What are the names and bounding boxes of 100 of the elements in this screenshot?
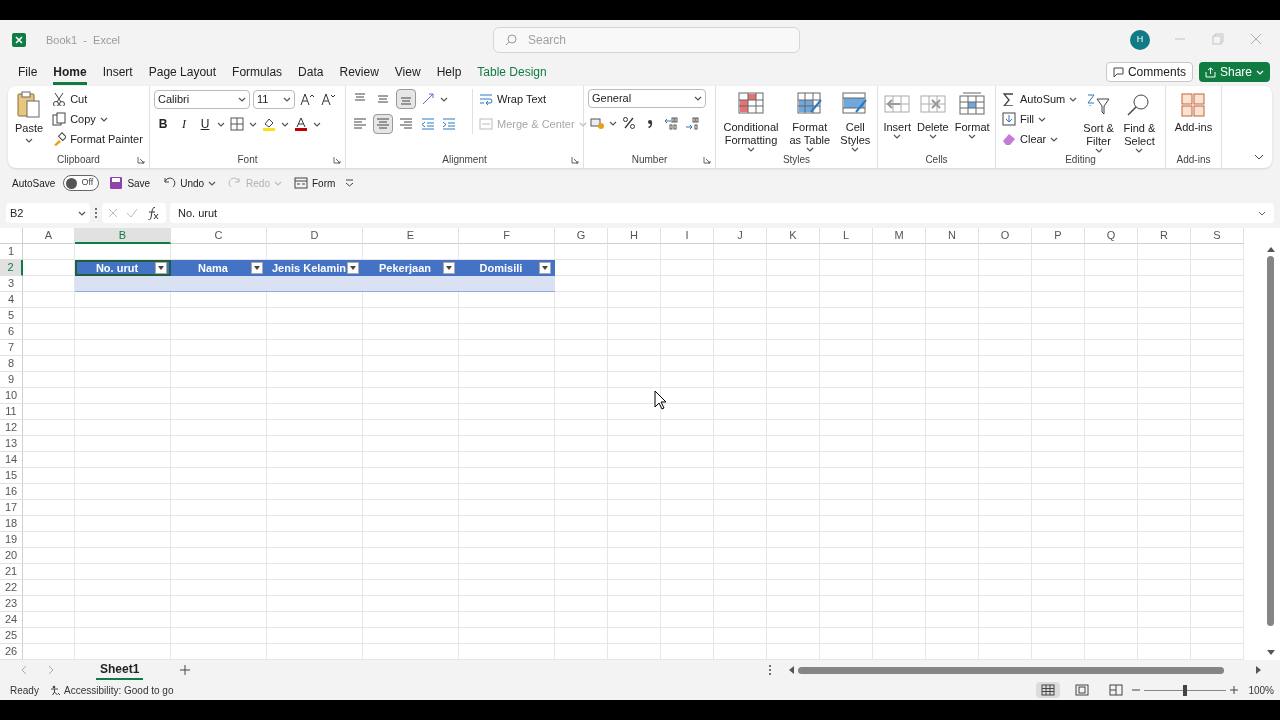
- menu-tab[interactable]: Help: [436, 61, 462, 85]
- ribbon-button[interactable]: Clear: [1000, 129, 1080, 149]
- row-header[interactable]: 21: [0, 564, 23, 580]
- menu-tab[interactable]: Review: [339, 61, 379, 85]
- row-header[interactable]: 12: [0, 420, 23, 436]
- borders-button[interactable]: [228, 114, 246, 134]
- row-header[interactable]: 6: [0, 324, 23, 340]
- number-format-field[interactable]: General: [588, 89, 706, 108]
- menu-tab[interactable]: File: [18, 61, 38, 85]
- zoom-level[interactable]: 100%: [1248, 682, 1274, 698]
- align-button[interactable]: [396, 89, 416, 109]
- menu-tab[interactable]: View: [394, 61, 421, 85]
- column-header[interactable]: F: [459, 228, 555, 244]
- column-header[interactable]: S: [1191, 228, 1244, 244]
- column-header[interactable]: K: [767, 228, 820, 244]
- font-name-field[interactable]: Calibri: [154, 89, 250, 109]
- table-header-cell[interactable]: Nama: [171, 260, 267, 276]
- ribbon-button[interactable]: Sort & Filter: [1079, 89, 1118, 153]
- wrap-text-button[interactable]: Wrap Text: [479, 89, 587, 109]
- row-header[interactable]: 4: [0, 292, 23, 308]
- row-header[interactable]: 15: [0, 468, 23, 484]
- row-header[interactable]: 7: [0, 340, 23, 356]
- ribbon-button[interactable]: Cut: [50, 89, 145, 109]
- menu-tab[interactable]: Table Design: [477, 61, 547, 85]
- ribbon-button[interactable]: Copy: [50, 109, 145, 129]
- ribbon-button[interactable]: Cell Styles: [837, 88, 873, 152]
- column-header[interactable]: Q: [1085, 228, 1138, 244]
- accessibility-status[interactable]: Accessibility: Good to go: [64, 682, 174, 698]
- ribbon-button[interactable]: Fill: [1000, 109, 1080, 129]
- ribbon-button[interactable]: Delete: [914, 88, 951, 139]
- column-header[interactable]: P: [1032, 228, 1085, 244]
- scrollbar-thumb[interactable]: [1267, 256, 1274, 626]
- font-style-button[interactable]: I: [175, 114, 193, 134]
- column-header[interactable]: I: [661, 228, 714, 244]
- row-header[interactable]: 9: [0, 372, 23, 388]
- menu-tab[interactable]: Insert: [102, 61, 133, 85]
- font-style-button[interactable]: B: [154, 114, 172, 134]
- column-header[interactable]: B: [75, 228, 171, 244]
- filter-button[interactable]: [251, 262, 263, 274]
- ribbon-button[interactable]: Format Painter: [50, 129, 145, 149]
- row-header[interactable]: 3: [0, 276, 23, 292]
- search-field[interactable]: Search: [493, 27, 800, 53]
- column-header[interactable]: D: [267, 228, 363, 244]
- toolbar-button[interactable]: Save: [107, 173, 153, 193]
- autosave-toggle[interactable]: Off: [63, 175, 100, 191]
- column-header[interactable]: R: [1138, 228, 1191, 244]
- row-header[interactable]: 16: [0, 484, 23, 500]
- table-header-cell[interactable]: Jenis Kelamin: [267, 260, 363, 276]
- zoom-slider-thumb[interactable]: [1183, 684, 1188, 696]
- menu-tab[interactable]: Page Layout: [148, 61, 217, 85]
- scrollbar-thumb[interactable]: [798, 666, 1224, 674]
- table-header-cell[interactable]: Domisili: [459, 260, 555, 276]
- table-header-cell[interactable]: No. urut: [75, 260, 171, 276]
- row-header[interactable]: 24: [0, 612, 23, 628]
- font-size-field[interactable]: 11: [253, 89, 295, 109]
- row-header[interactable]: 2: [0, 260, 23, 276]
- row-header[interactable]: 13: [0, 436, 23, 452]
- filter-button[interactable]: [155, 262, 167, 274]
- font-style-button[interactable]: U: [196, 114, 214, 134]
- row-header[interactable]: 5: [0, 308, 23, 324]
- column-header[interactable]: O: [979, 228, 1032, 244]
- align-button[interactable]: [373, 114, 393, 134]
- column-header[interactable]: M: [873, 228, 926, 244]
- row-header[interactable]: 10: [0, 388, 23, 404]
- filter-button[interactable]: [443, 262, 455, 274]
- menu-tab[interactable]: Formulas: [232, 61, 283, 85]
- comments-button[interactable]: Comments: [1105, 62, 1193, 82]
- filter-button[interactable]: [539, 262, 551, 274]
- toolbar-button[interactable]: Form: [292, 173, 338, 193]
- menu-tab[interactable]: Data: [298, 61, 324, 85]
- row-header[interactable]: 19: [0, 532, 23, 548]
- formula-field[interactable]: No. urut: [170, 203, 1274, 223]
- row-header[interactable]: 8: [0, 356, 23, 372]
- column-header[interactable]: G: [555, 228, 608, 244]
- ribbon-button[interactable]: Format: [952, 88, 992, 139]
- column-header[interactable]: L: [820, 228, 873, 244]
- column-header[interactable]: N: [926, 228, 979, 244]
- ribbon-button[interactable]: Add-ins: [1172, 88, 1215, 134]
- toolbar-button[interactable]: Undo: [160, 173, 219, 193]
- row-header[interactable]: 25: [0, 628, 23, 644]
- sheet-tab[interactable]: Sheet1: [96, 660, 144, 680]
- row-header[interactable]: 18: [0, 516, 23, 532]
- ribbon-button[interactable]: Format as Table: [784, 88, 836, 152]
- row-header[interactable]: 26: [0, 644, 23, 660]
- row-header[interactable]: 14: [0, 452, 23, 468]
- name-box[interactable]: B2: [6, 203, 90, 223]
- row-header[interactable]: 11: [0, 404, 23, 420]
- row-header[interactable]: 17: [0, 500, 23, 516]
- share-button[interactable]: Share: [1198, 62, 1270, 82]
- row-header[interactable]: 22: [0, 580, 23, 596]
- ribbon-button[interactable]: Insert: [881, 88, 913, 139]
- ribbon-button[interactable]: Conditional Formatting: [720, 88, 782, 152]
- column-header[interactable]: C: [171, 228, 267, 244]
- column-header[interactable]: H: [608, 228, 661, 244]
- row-header[interactable]: 23: [0, 596, 23, 612]
- ribbon-button[interactable]: Find & Select: [1117, 89, 1161, 153]
- view-button[interactable]: [1036, 682, 1060, 698]
- column-header[interactable]: E: [363, 228, 459, 244]
- ribbon-button[interactable]: AutoSum: [1000, 89, 1080, 109]
- table-header-cell[interactable]: Pekerjaan: [363, 260, 459, 276]
